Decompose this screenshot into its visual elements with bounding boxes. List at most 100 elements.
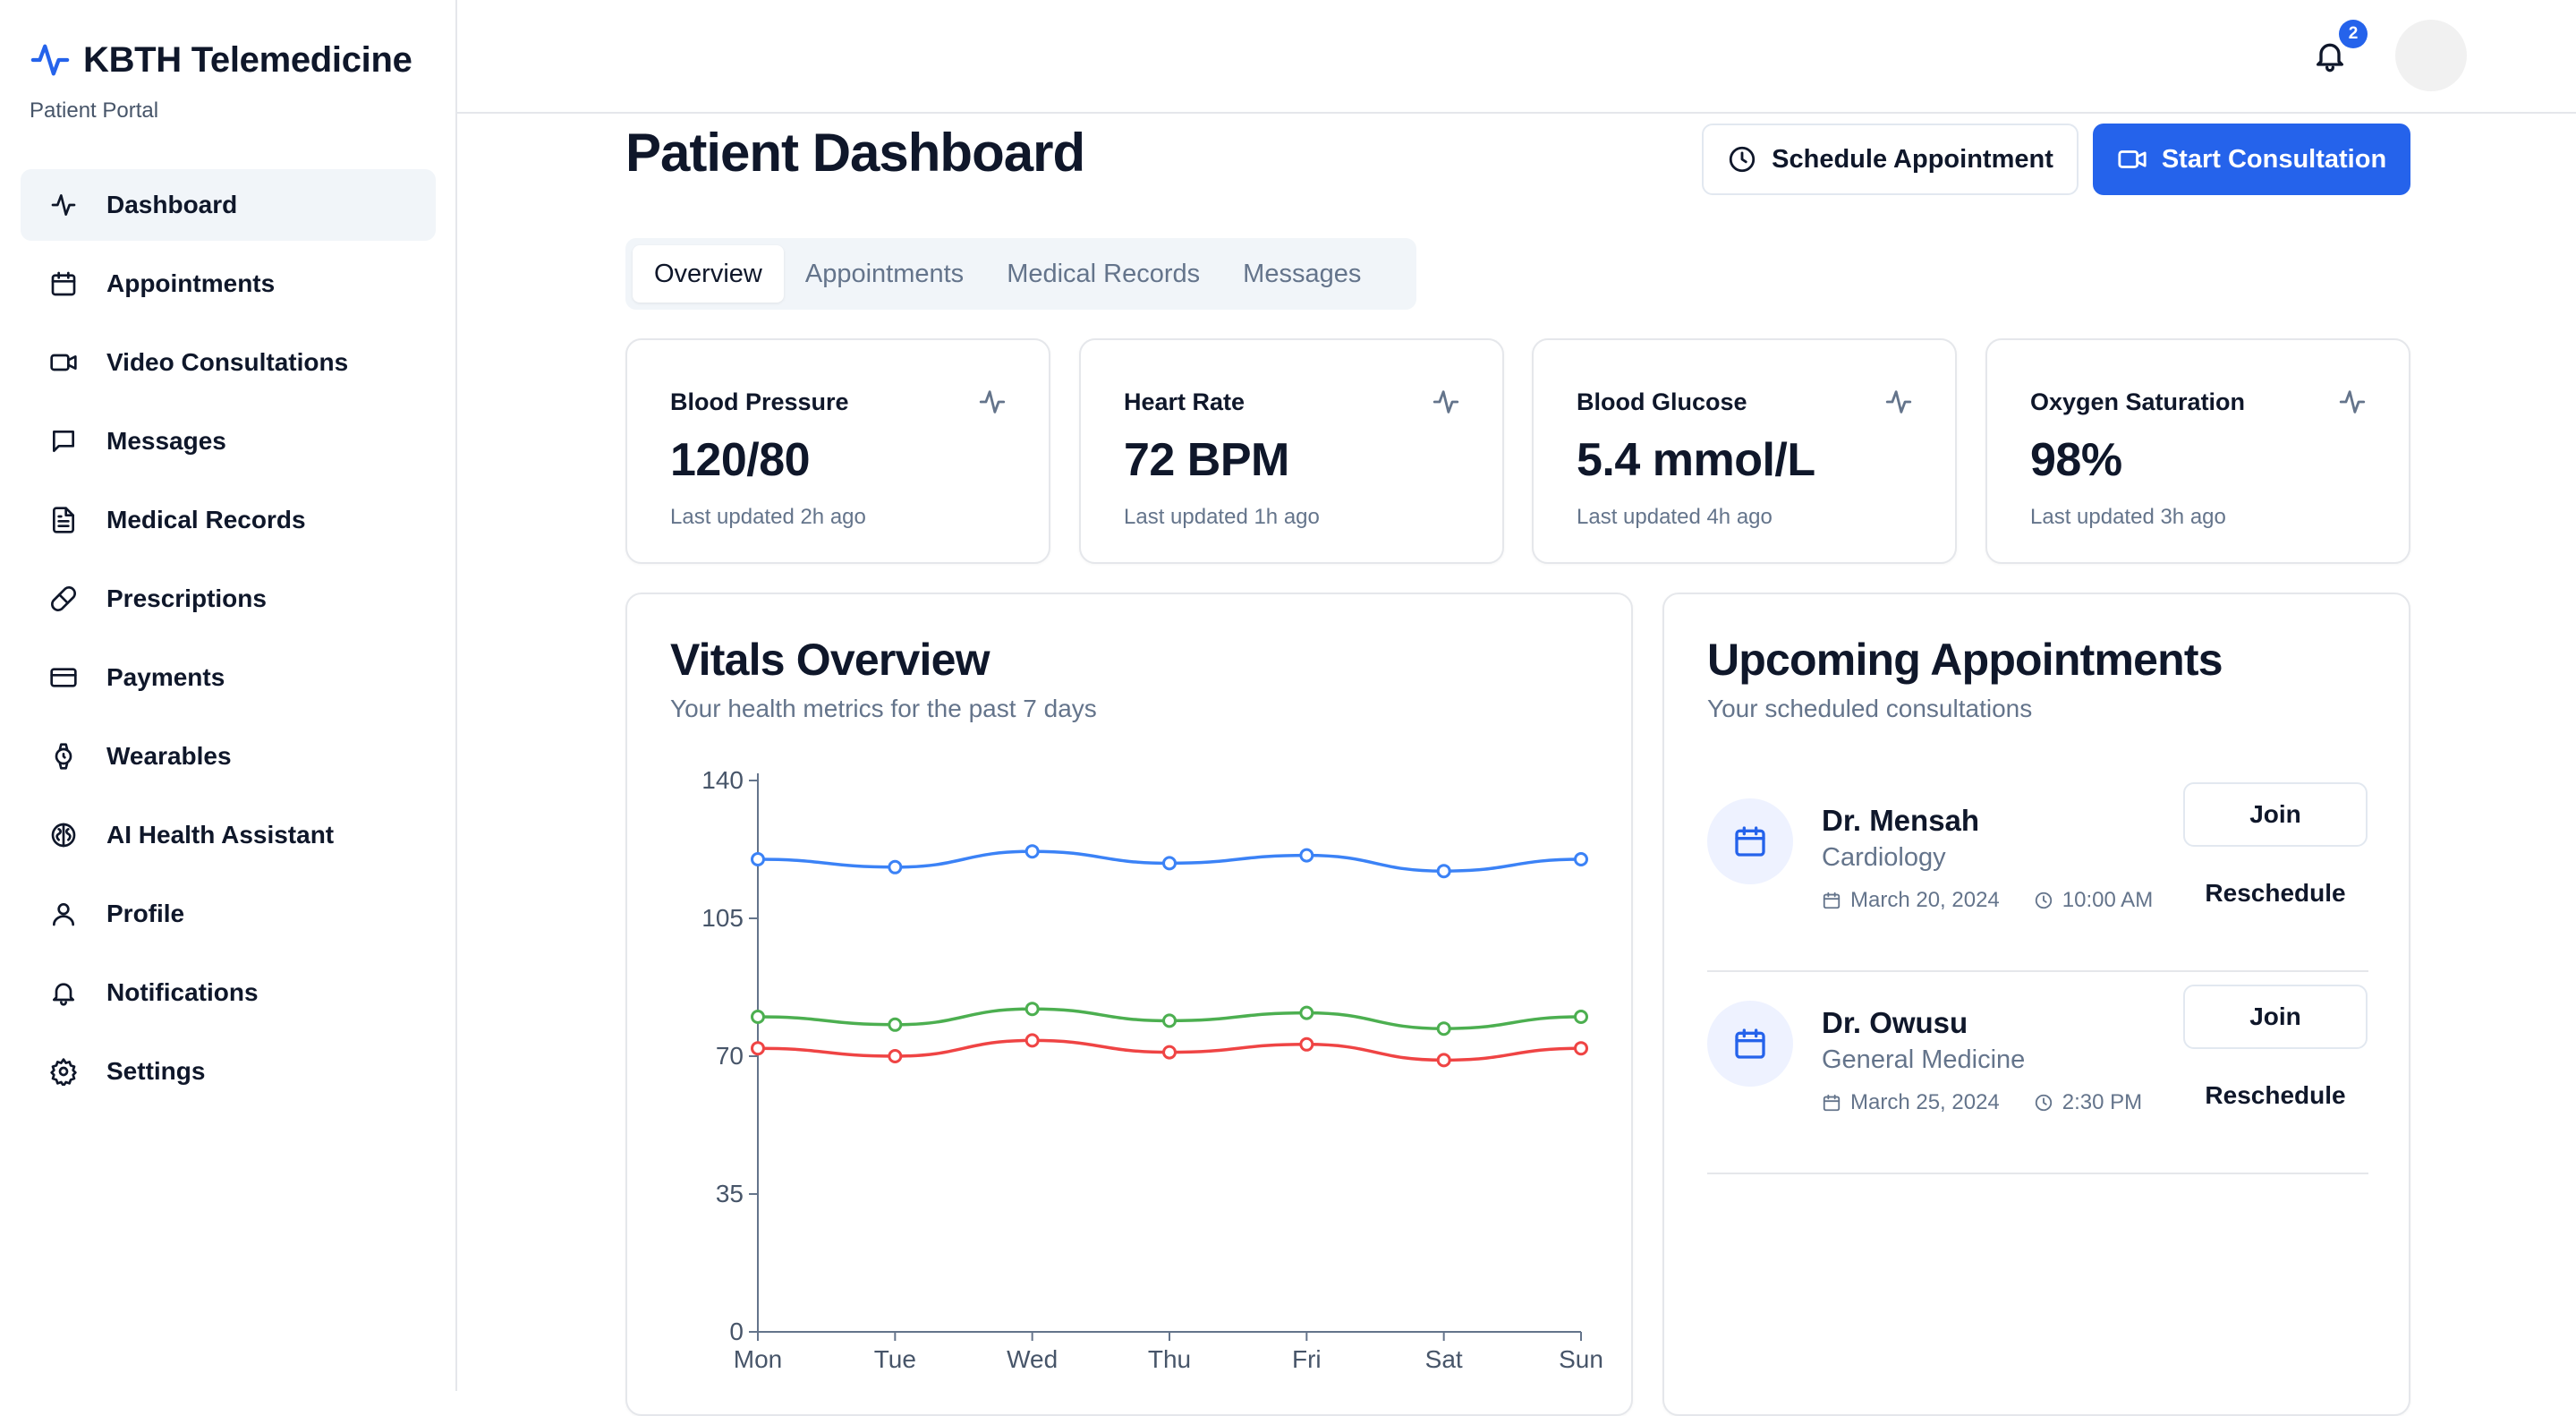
stat-label: Heart Rate [1124, 388, 1245, 415]
appointment-date: March 20, 2024 [1850, 888, 2000, 912]
data-point [751, 852, 765, 866]
y-tick-label: 105 [701, 904, 744, 932]
brain-icon [51, 823, 76, 848]
sidebar-item-label: Wearables [106, 742, 232, 770]
stat-updated: Last updated 1h ago [1124, 505, 1320, 529]
appointment-meta: March 20, 2024 10:00 AM [1822, 888, 2153, 913]
join-button[interactable]: Join [2183, 985, 2368, 1049]
calendar-icon [51, 271, 76, 296]
tab-appointments[interactable]: Appointments [784, 245, 985, 303]
watch-icon [55, 743, 72, 770]
clock-icon [2035, 891, 2052, 909]
sidebar-item-prescriptions[interactable]: Prescriptions [21, 563, 436, 635]
reschedule-button[interactable]: Reschedule [2183, 1063, 2368, 1128]
x-tick-label: Wed [1007, 1345, 1058, 1373]
stat-value: 120/80 [670, 434, 811, 486]
topbar [457, 0, 2576, 114]
appointment-date: March 25, 2024 [1850, 1090, 2000, 1114]
vitals-overview-card: Vitals Overview Your health metrics for … [625, 593, 1633, 1416]
sidebar-item-label: Prescriptions [106, 584, 267, 612]
stat-value: 5.4 mmol/L [1577, 434, 1815, 486]
data-point [1024, 1033, 1040, 1048]
sidebar-item-label: Video Consultations [106, 348, 349, 376]
data-point [1299, 1036, 1314, 1052]
stat-label: Blood Pressure [670, 388, 849, 415]
sidebar-item-profile[interactable]: Profile [21, 878, 436, 950]
data-point [1162, 1045, 1177, 1060]
sidebar-item-notifications[interactable]: Notifications [21, 957, 436, 1028]
x-tick-label: Tue [874, 1345, 916, 1373]
y-tick-label: 70 [716, 1042, 744, 1070]
x-tick-label: Fri [1292, 1345, 1322, 1373]
doctor-specialty: General Medicine [1822, 1045, 2026, 1074]
x-tick-label: Thu [1148, 1345, 1191, 1373]
data-point [1024, 844, 1040, 859]
start-consultation-label: Start Consultation [2161, 144, 2387, 174]
sidebar-item-messages[interactable]: Messages [21, 405, 436, 477]
stat-updated: Last updated 2h ago [670, 505, 866, 529]
upcoming-appointments-card: Upcoming Appointments Your scheduled con… [1662, 593, 2410, 1416]
sidebar-item-payments[interactable]: Payments [21, 642, 436, 713]
sidebar-item-ai-health-assistant[interactable]: AI Health Assistant [21, 799, 436, 871]
calendar-icon [1823, 1094, 1841, 1112]
tab-overview[interactable]: Overview [633, 245, 784, 303]
appointments-subtitle: Your scheduled consultations [1707, 695, 2033, 722]
notification-badge: 2 [2339, 20, 2368, 48]
sidebar-item-video-consultations[interactable]: Video Consultations [21, 327, 436, 398]
data-point [1436, 1021, 1451, 1036]
message-icon [53, 431, 74, 452]
x-tick-label: Sun [1559, 1345, 1603, 1373]
sidebar-item-wearables[interactable]: Wearables [21, 721, 436, 792]
avatar[interactable] [2395, 20, 2467, 91]
activity-icon [1433, 390, 1459, 414]
brand-subtitle: Patient Portal [30, 98, 159, 123]
page-title: Patient Dashboard [625, 123, 1085, 183]
sidebar-item-dashboard[interactable]: Dashboard [21, 169, 436, 241]
pill-icon [51, 586, 76, 611]
tab-bar: Overview Appointments Medical Records Me… [625, 238, 1416, 310]
sidebar-item-settings[interactable]: Settings [21, 1036, 436, 1107]
stat-label: Oxygen Saturation [2030, 388, 2246, 415]
stat-card-blood-pressure: Blood Pressure 120/80 Last updated 2h ag… [625, 338, 1050, 564]
join-button[interactable]: Join [2183, 782, 2368, 847]
calendar-icon [1735, 1028, 1765, 1059]
appointment-meta: March 25, 2024 2:30 PM [1822, 1090, 2142, 1115]
brand-title: KBTH Telemedicine [83, 39, 412, 80]
tab-messages[interactable]: Messages [1221, 245, 1382, 303]
file-icon [53, 507, 74, 533]
sidebar-item-label: Payments [106, 663, 225, 691]
sidebar-item-appointments[interactable]: Appointments [21, 248, 436, 320]
start-consultation-button[interactable]: Start Consultation [2093, 124, 2410, 195]
doctor-name: Dr. Owusu [1822, 1006, 1968, 1039]
data-point [888, 1017, 903, 1032]
sidebar-item-label: Settings [106, 1057, 206, 1085]
y-tick-label: 35 [716, 1180, 744, 1207]
reschedule-button[interactable]: Reschedule [2183, 861, 2368, 926]
appointment-avatar [1707, 798, 1793, 884]
stat-value: 72 BPM [1124, 434, 1289, 486]
stat-card-heart-rate: Heart Rate 72 BPM Last updated 1h ago [1079, 338, 1504, 564]
schedule-appointment-label: Schedule Appointment [1772, 144, 2053, 174]
sidebar: KBTH Telemedicine Patient Portal Dashboa… [0, 0, 457, 1391]
stat-updated: Last updated 3h ago [2030, 505, 2226, 529]
activity-icon [1885, 390, 1912, 414]
stat-card-oxygen-saturation: Oxygen Saturation 98% Last updated 3h ag… [1985, 338, 2410, 564]
vitals-line-chart: 0 35 70 105 140 Mon Tue Wed Thu Fri Sat Sun [701, 766, 1603, 1373]
sidebar-item-medical-records[interactable]: Medical Records [21, 484, 436, 556]
appointment-item: Dr. Owusu General Medicine March 25, 202… [1707, 972, 2368, 1174]
video-icon [50, 354, 77, 371]
activity-icon [979, 390, 1006, 414]
pulse-logo-icon [30, 44, 70, 76]
data-point [1162, 1013, 1177, 1028]
activity-icon [51, 194, 76, 216]
data-point [1299, 1005, 1314, 1020]
sidebar-item-label: Appointments [106, 269, 276, 297]
data-point [1574, 1010, 1588, 1024]
brand[interactable]: KBTH Telemedicine [30, 39, 412, 81]
clock-icon [2035, 1094, 2052, 1112]
appointment-time: 2:30 PM [2062, 1090, 2143, 1114]
tab-medical-records[interactable]: Medical Records [985, 245, 1221, 303]
activity-icon [2339, 390, 2366, 414]
schedule-appointment-button[interactable]: Schedule Appointment [1702, 124, 2079, 195]
data-point [751, 1041, 765, 1056]
